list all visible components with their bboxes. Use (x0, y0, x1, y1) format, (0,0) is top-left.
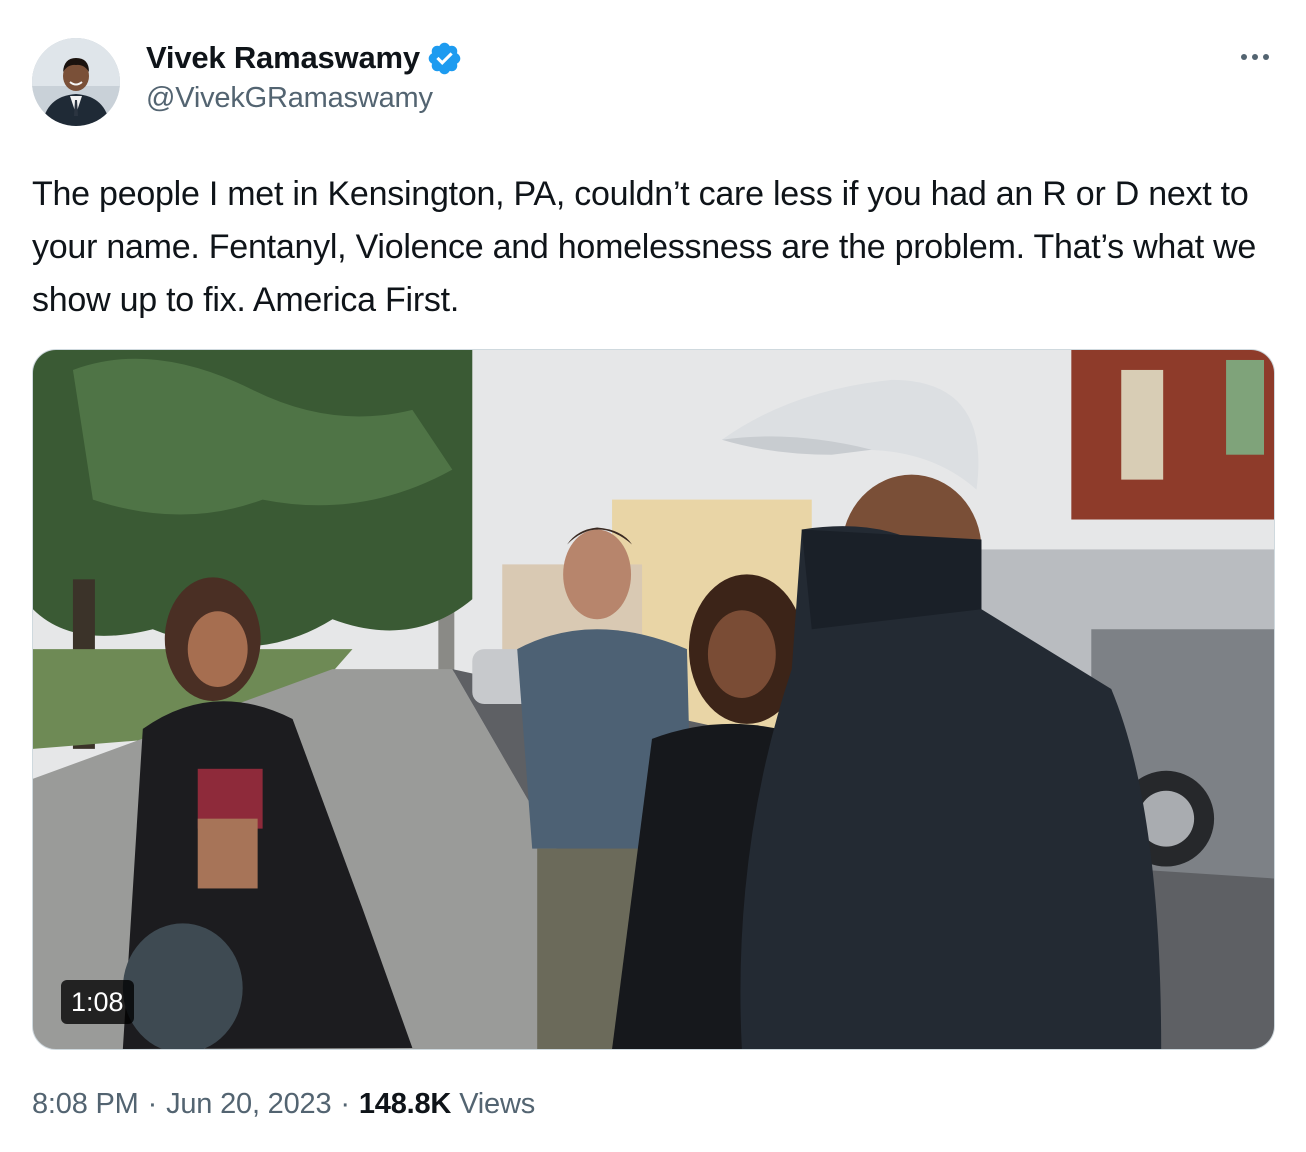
tweet-text: The people I met in Kensington, PA, coul… (32, 175, 1257, 319)
verified-badge-icon[interactable] (426, 40, 463, 77)
meta-separator: · (147, 1088, 158, 1120)
author-handle[interactable]: @VivekGRamaswamy (146, 82, 463, 115)
author-info: Vivek Ramaswamy @VivekGRamaswamy (146, 38, 463, 115)
tweet-date[interactable]: Jun 20, 2023 (166, 1088, 332, 1121)
avatar-image (32, 38, 120, 126)
more-options-button[interactable] (1234, 42, 1276, 72)
tweet-time[interactable]: 8:08 PM (32, 1088, 139, 1121)
tweet-meta: 8:08 PM · Jun 20, 2023 · 148.8K Views (32, 1088, 535, 1121)
more-horizontal-icon (1241, 54, 1247, 60)
video-duration: 1:08 (61, 980, 134, 1024)
views-count[interactable]: 148.8K (359, 1088, 452, 1121)
meta-separator: · (340, 1088, 350, 1120)
video-thumbnail (33, 350, 1274, 1049)
author-name[interactable]: Vivek Ramaswamy (146, 40, 420, 76)
video-player[interactable]: 1:08 (32, 349, 1275, 1050)
avatar[interactable] (32, 38, 120, 126)
author-name-row: Vivek Ramaswamy (146, 38, 463, 78)
tweet-card: Vivek Ramaswamy @VivekGRamaswamy The peo… (0, 0, 1306, 1152)
views-label: Views (459, 1088, 536, 1120)
